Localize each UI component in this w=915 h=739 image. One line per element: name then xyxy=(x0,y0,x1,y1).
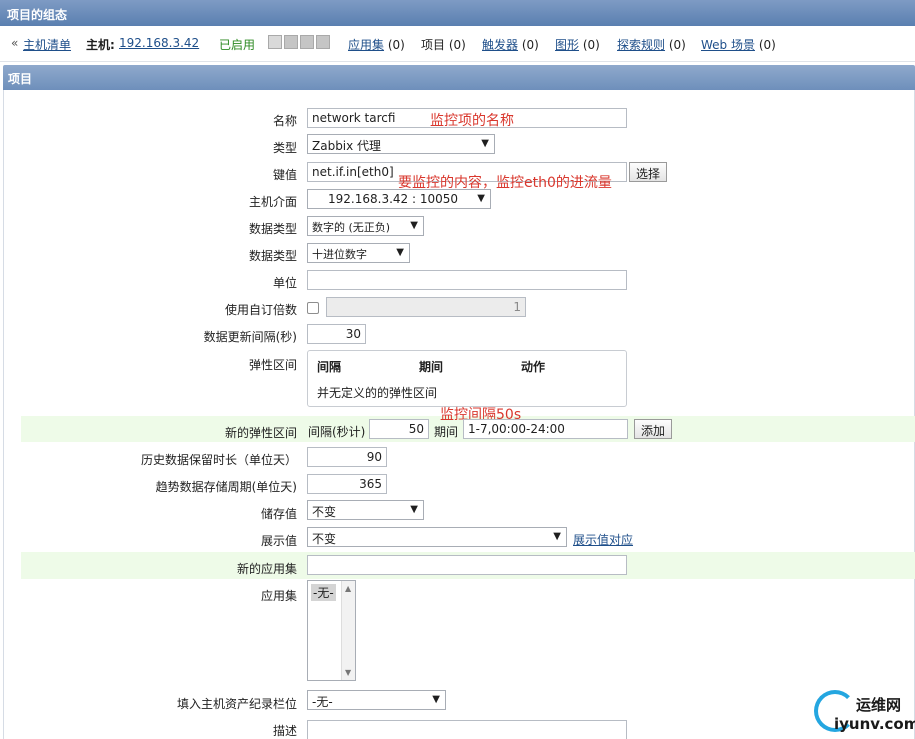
snmp-availability-icon xyxy=(284,35,298,49)
info-type-select[interactable]: 数字的 (无正负) ▼ xyxy=(307,216,424,236)
history-label: 历史数据保留时长（单位天） xyxy=(140,453,297,467)
applications-count: (0) xyxy=(387,38,405,52)
store-value-label: 储存值 xyxy=(260,507,297,521)
new-flex-period-input[interactable]: 1-7,00:00-24:00 xyxy=(463,419,628,439)
host-interface-label: 主机介面 xyxy=(248,195,297,209)
units-input[interactable] xyxy=(307,270,627,290)
applications-listbox[interactable]: -无- ▲ ▼ xyxy=(307,580,356,681)
graphs-link[interactable]: 图形 xyxy=(555,38,579,52)
flex-header-period: 期间 xyxy=(419,360,444,374)
inventory-value: -无- xyxy=(312,695,333,709)
chevron-down-icon: ▼ xyxy=(432,694,440,705)
multiplier-label: 使用自订倍数 xyxy=(224,303,297,317)
applications-link[interactable]: 应用集 xyxy=(348,38,384,52)
value-mapping-link[interactable]: 展示值对应 xyxy=(573,531,633,548)
new-application-input[interactable] xyxy=(307,555,627,575)
new-application-label: 新的应用集 xyxy=(236,562,297,576)
inventory-label: 填入主机资产纪录栏位 xyxy=(176,697,297,711)
key-select-button[interactable]: 选择 xyxy=(629,162,668,182)
back-chevron-icon: « xyxy=(11,36,19,50)
host-list-link[interactable]: 主机清单 xyxy=(23,36,71,53)
name-annotation: 监控项的名称 xyxy=(430,113,514,129)
flex-intervals-label: 弹性区间 xyxy=(248,358,297,372)
discovery-rules-link[interactable]: 探索规则 xyxy=(617,38,665,52)
new-flex-interval-label: 间隔(秒计) xyxy=(308,425,366,439)
new-flex-interval-input[interactable]: 50 xyxy=(369,419,429,439)
items-link[interactable]: 项目 xyxy=(421,38,445,52)
inventory-select[interactable]: -无- ▼ xyxy=(307,690,446,710)
zabbix-availability-icon xyxy=(268,35,282,49)
delay-input[interactable]: 30 xyxy=(307,324,366,344)
applications-label: 应用集 xyxy=(260,589,297,603)
chevron-down-icon: ▼ xyxy=(410,504,418,515)
listbox-scrollbar[interactable]: ▲ ▼ xyxy=(341,581,355,680)
chevron-down-icon: ▼ xyxy=(410,220,418,231)
new-flex-period-label: 期间 xyxy=(434,425,459,439)
web-scenarios-link[interactable]: Web 场景 xyxy=(701,38,755,52)
chevron-down-icon: ▼ xyxy=(396,247,404,258)
description-label: 描述 xyxy=(272,724,297,738)
name-label: 名称 xyxy=(272,114,297,128)
availability-icons xyxy=(268,35,330,49)
watermark-line2: iyunv.com xyxy=(834,715,915,733)
host-status-badge[interactable]: 已启用 xyxy=(219,36,255,53)
flex-empty-message: 并无定义的的弹性区间 xyxy=(317,386,438,400)
page-title: 项目的组态 xyxy=(0,0,915,26)
scroll-up-icon[interactable]: ▲ xyxy=(345,584,351,593)
add-flex-button[interactable]: 添加 xyxy=(634,419,673,439)
items-count: (0) xyxy=(448,38,466,52)
trends-label: 趋势数据存储周期(单位天) xyxy=(155,480,297,494)
host-ip-link[interactable]: 192.168.3.42 xyxy=(119,36,199,50)
host-label: 主机: xyxy=(86,38,115,52)
type-select[interactable]: Zabbix 代理 ▼ xyxy=(307,134,495,154)
ipmi-availability-icon xyxy=(316,35,330,49)
multiplier-input: 1 xyxy=(326,297,526,317)
info-type-value: 数字的 (无正负) xyxy=(312,221,391,234)
trends-input[interactable]: 365 xyxy=(307,474,387,494)
multiplier-checkbox[interactable] xyxy=(307,302,319,314)
history-input[interactable]: 90 xyxy=(307,447,387,467)
new-flex-label: 新的弹性区间 xyxy=(224,426,297,440)
units-label: 单位 xyxy=(272,276,297,290)
flex-header-interval: 间隔 xyxy=(317,360,342,374)
data-type-label: 数据类型 xyxy=(248,249,297,263)
triggers-count: (0) xyxy=(521,38,539,52)
watermark-logo: 运维网 iyunv.com xyxy=(812,688,915,739)
discovery-rules-count: (0) xyxy=(668,38,686,52)
watermark-line1: 运维网 xyxy=(856,696,902,714)
triggers-link[interactable]: 触发器 xyxy=(482,38,518,52)
type-label: 类型 xyxy=(272,141,297,155)
applications-option[interactable]: -无- xyxy=(311,584,336,601)
info-type-label: 数据类型 xyxy=(248,222,297,236)
section-header: 项目 xyxy=(3,65,915,90)
delay-label: 数据更新间隔(秒) xyxy=(203,330,297,344)
graphs-count: (0) xyxy=(582,38,600,52)
chevron-down-icon: ▼ xyxy=(481,138,489,149)
data-type-select[interactable]: 十进位数字 ▼ xyxy=(307,243,410,263)
scroll-down-icon[interactable]: ▼ xyxy=(345,668,351,677)
host-interface-select[interactable]: 192.168.3.42 : 10050 ▼ xyxy=(307,189,491,209)
data-type-value: 十进位数字 xyxy=(312,248,367,261)
flex-header-action: 动作 xyxy=(521,360,546,374)
key-label: 键值 xyxy=(272,168,297,182)
store-value-value: 不变 xyxy=(312,505,337,519)
type-select-value: Zabbix 代理 xyxy=(312,139,382,153)
host-navigation: « 主机清单 主机: 192.168.3.42 已启用 应用集 (0) 项目 (… xyxy=(0,26,915,62)
show-value-label: 展示值 xyxy=(260,534,297,548)
web-scenarios-count: (0) xyxy=(758,38,776,52)
jmx-availability-icon xyxy=(300,35,314,49)
show-value-value: 不变 xyxy=(312,532,337,546)
chevron-down-icon: ▼ xyxy=(553,531,561,542)
chevron-down-icon: ▼ xyxy=(477,193,485,204)
store-value-select[interactable]: 不变 ▼ xyxy=(307,500,424,520)
description-textarea[interactable] xyxy=(307,720,627,739)
host-interface-value: 192.168.3.42 : 10050 xyxy=(328,192,459,206)
flex-intervals-table: 间隔 期间 动作 并无定义的的弹性区间 xyxy=(307,350,627,407)
show-value-select[interactable]: 不变 ▼ xyxy=(307,527,567,547)
